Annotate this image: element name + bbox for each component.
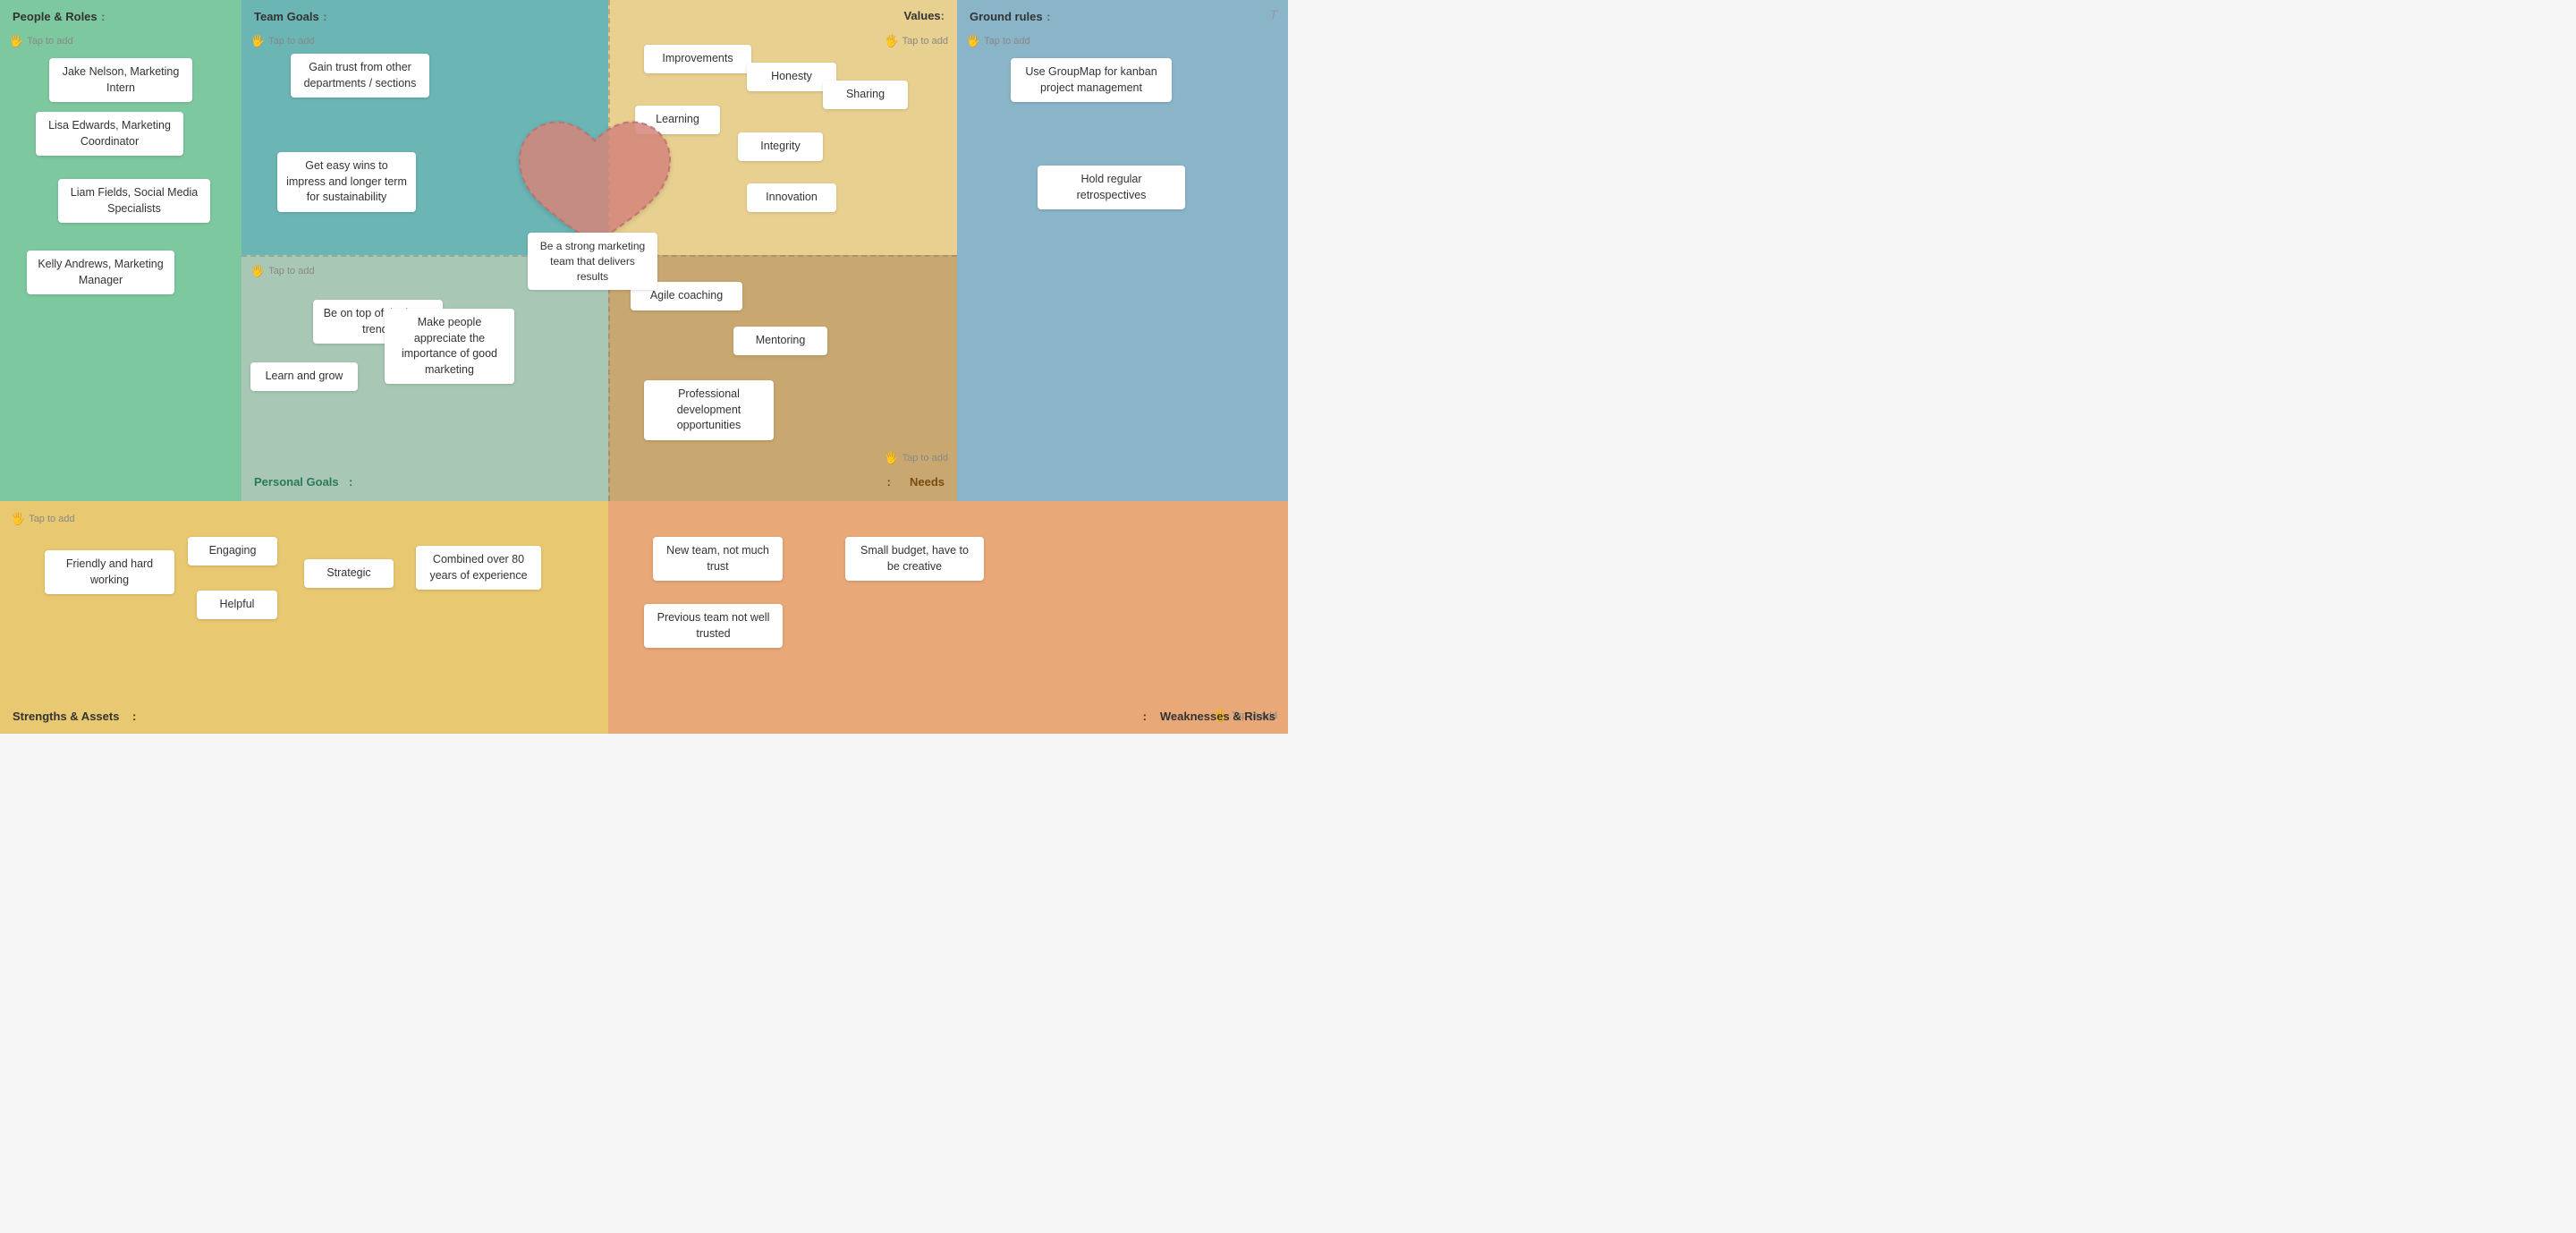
personal-goals-tap[interactable]: 🖐 Tap to add [250, 264, 315, 278]
t-icon: T [1269, 7, 1277, 21]
card-learn-grow[interactable]: Learn and grow [250, 362, 358, 391]
tap-icon: 🖐 [9, 34, 23, 48]
section-weaknesses: 🖐 Tap to add Weaknesses & Risks : New te… [608, 501, 1288, 734]
card-integrity[interactable]: Integrity [738, 132, 823, 161]
card-innovation[interactable]: Innovation [747, 183, 836, 212]
people-tap-to-add[interactable]: 🖐 Tap to add [9, 34, 73, 48]
values-tap-to-add[interactable]: 🖐 Tap to add [884, 34, 948, 48]
team-goals-title: Team Goals [254, 10, 319, 23]
card-strong-marketing[interactable]: Be a strong marketing team that delivers… [528, 233, 657, 290]
card-gain-trust[interactable]: Gain trust from other departments / sect… [291, 54, 429, 98]
strengths-title: Strengths & Assets [13, 710, 119, 723]
card-sharing[interactable]: Sharing [823, 81, 908, 109]
people-roles-title: People & Roles [13, 10, 97, 23]
weaknesses-title: Weaknesses & Risks [1160, 710, 1275, 723]
card-new-team[interactable]: New team, not much trust [653, 537, 783, 581]
needs-tap-to-add[interactable]: 🖐 Tap to add [884, 451, 948, 465]
section-values: Values : 🖐 Tap to add Improvements Hones… [608, 0, 957, 501]
card-helpful[interactable]: Helpful [197, 591, 277, 619]
ground-rules-title: Ground rules [970, 10, 1043, 23]
card-combined[interactable]: Combined over 80 years of experience [416, 546, 541, 590]
card-lisa[interactable]: Lisa Edwards, Marketing Coordinator [36, 112, 183, 156]
team-goals-tap-to-add[interactable]: 🖐 Tap to add [250, 34, 315, 48]
needs-title: Needs [910, 475, 945, 489]
ground-rules-tap-to-add[interactable]: 🖐 Tap to add [966, 34, 1030, 48]
card-learning[interactable]: Learning [635, 106, 720, 134]
card-small-budget[interactable]: Small budget, have to be creative [845, 537, 984, 581]
strengths-tap-to-add[interactable]: 🖐 Tap to add [11, 512, 75, 526]
card-prev-team[interactable]: Previous team not well trusted [644, 604, 783, 648]
card-make-people[interactable]: Make people appreciate the importance of… [385, 309, 514, 384]
card-retrospectives[interactable]: Hold regular retrospectives [1038, 166, 1185, 209]
card-kelly[interactable]: Kelly Andrews, Marketing Manager [27, 251, 174, 294]
card-strategic[interactable]: Strategic [304, 559, 394, 588]
card-groupmap[interactable]: Use GroupMap for kanban project manageme… [1011, 58, 1172, 102]
card-professional[interactable]: Professional development opportunities [644, 380, 774, 440]
personal-goals-title: Personal Goals [254, 475, 339, 489]
card-improvements[interactable]: Improvements [644, 45, 751, 73]
section-ground-rules: Ground rules : 🖐 Tap to add T Use GroupM… [957, 0, 1288, 501]
section-people: People & Roles : 🖐 Tap to add Jake Nelso… [0, 0, 242, 501]
card-engaging[interactable]: Engaging [188, 537, 277, 565]
card-friendly[interactable]: Friendly and hard working [45, 550, 174, 594]
card-liam[interactable]: Liam Fields, Social Media Specialists [58, 179, 210, 223]
card-jake[interactable]: Jake Nelson, Marketing Intern [49, 58, 192, 102]
values-title: Values [903, 9, 940, 22]
card-mentoring[interactable]: Mentoring [733, 327, 827, 355]
section-strengths: 🖐 Tap to add Strengths & Assets : Friend… [0, 501, 608, 734]
card-easy-wins[interactable]: Get easy wins to impress and longer term… [277, 152, 416, 212]
